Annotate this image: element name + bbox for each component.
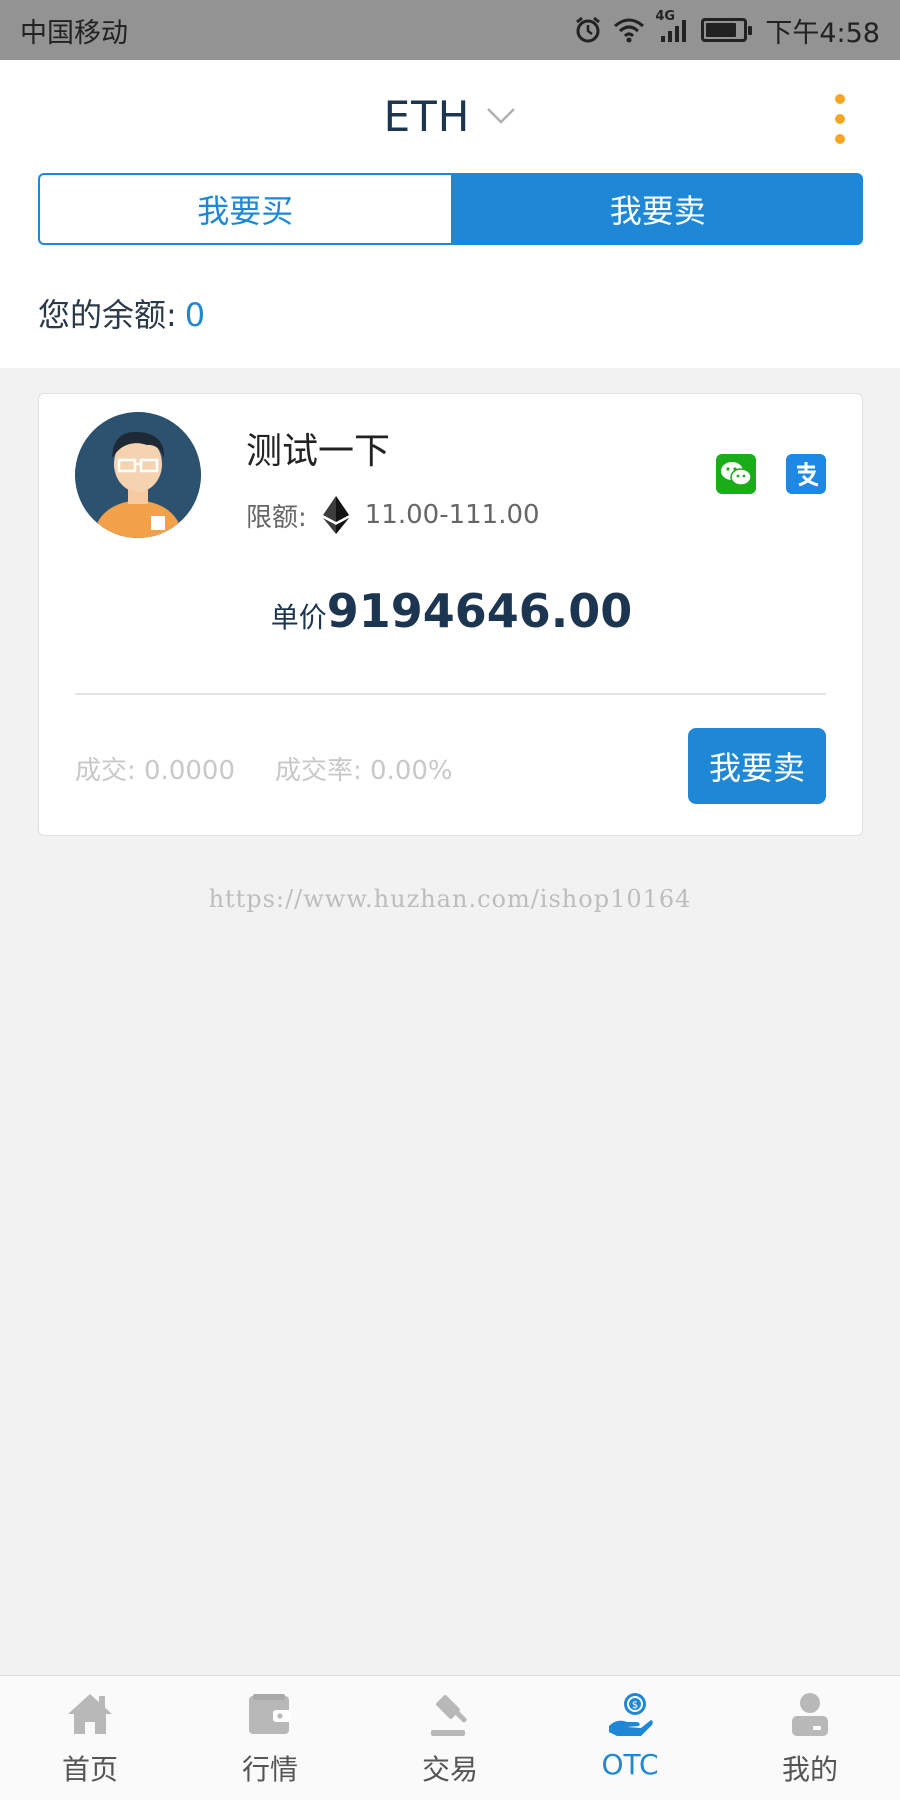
ethereum-icon [322,496,349,534]
top-section: ETH 我要买 我要卖 您的余额: 0 [0,60,900,368]
network-type-label: 4G [655,9,676,24]
unit-price: 单价9194646.00 [39,584,864,638]
balance-row: 您的余额: 0 [38,290,205,336]
svg-text:$: $ [632,1700,638,1711]
tab-buy[interactable]: 我要买 [38,173,453,245]
nav-item-market[interactable]: 行情 [180,1676,360,1800]
home-icon [68,1694,112,1734]
chevron-down-icon [487,108,516,124]
nav-item-profile[interactable]: 我的 [720,1676,900,1800]
limit-label: 限额: [246,502,307,533]
user-icon [792,1693,828,1736]
status-bar: 中国移动 4G 下午4:58 [0,0,900,60]
gavel-icon [431,1695,467,1736]
divider [75,693,826,695]
balance-label: 您的余额: [38,296,177,334]
price-value: 9194646.00 [326,584,633,638]
nav-item-trade[interactable]: 交易 [360,1676,540,1800]
coin-selector[interactable]: ETH [384,92,517,141]
alipay-icon [786,454,826,494]
wifi-icon [613,15,645,45]
nav-label-trade: 交易 [421,1753,478,1786]
sell-button[interactable]: 我要卖 [688,728,826,804]
trade-direction-tabs: 我要买 我要卖 [38,173,863,245]
page-header: ETH [0,60,900,172]
payment-methods [716,454,826,494]
watermark: https://www.huzhan.com/ishop10164 [208,885,692,913]
nav-item-home[interactable]: 首页 [0,1676,180,1800]
otc-listing-card[interactable]: 测试一下 限额: 11.00-111.00 单价9194646.00 成交: 0… [38,393,863,836]
nav-item-otc[interactable]: $ OTC [540,1676,720,1800]
merchant-name: 测试一下 [246,431,391,472]
carrier-label: 中国移动 [20,17,128,49]
avatar [75,412,201,538]
trade-stats: 成交: 0.0000 成交率: 0.00% [75,750,453,787]
price-label: 单价 [270,601,327,634]
nav-label-home: 首页 [61,1753,118,1786]
balance-value: 0 [184,296,206,334]
more-vertical-icon[interactable] [830,94,850,144]
limit-value: 11.00-111.00 [364,500,540,530]
battery-icon [701,15,753,45]
wallet-icon [249,1694,291,1734]
nav-label-profile: 我的 [781,1753,838,1786]
tab-sell[interactable]: 我要卖 [452,173,863,245]
nav-label-market: 行情 [241,1753,298,1786]
otc-coin-hand-icon: $ [609,1693,653,1736]
coin-name: ETH [383,91,471,141]
nav-label-otc: OTC [601,1748,659,1781]
wechat-pay-icon [716,454,756,494]
clock-time: 下午4:58 [765,17,880,49]
status-icons: 4G 下午4:58 [573,9,880,50]
completion-rate-text: 成交率: 0.00% [275,756,453,786]
volume-text: 成交: 0.0000 [75,756,235,786]
signal-icon: 4G [655,9,691,45]
bottom-nav: 首页 行情 交易 $ OTC 我的 [0,1675,900,1800]
limit-row: 限额: 11.00-111.00 [246,496,540,534]
alarm-icon [573,15,603,45]
